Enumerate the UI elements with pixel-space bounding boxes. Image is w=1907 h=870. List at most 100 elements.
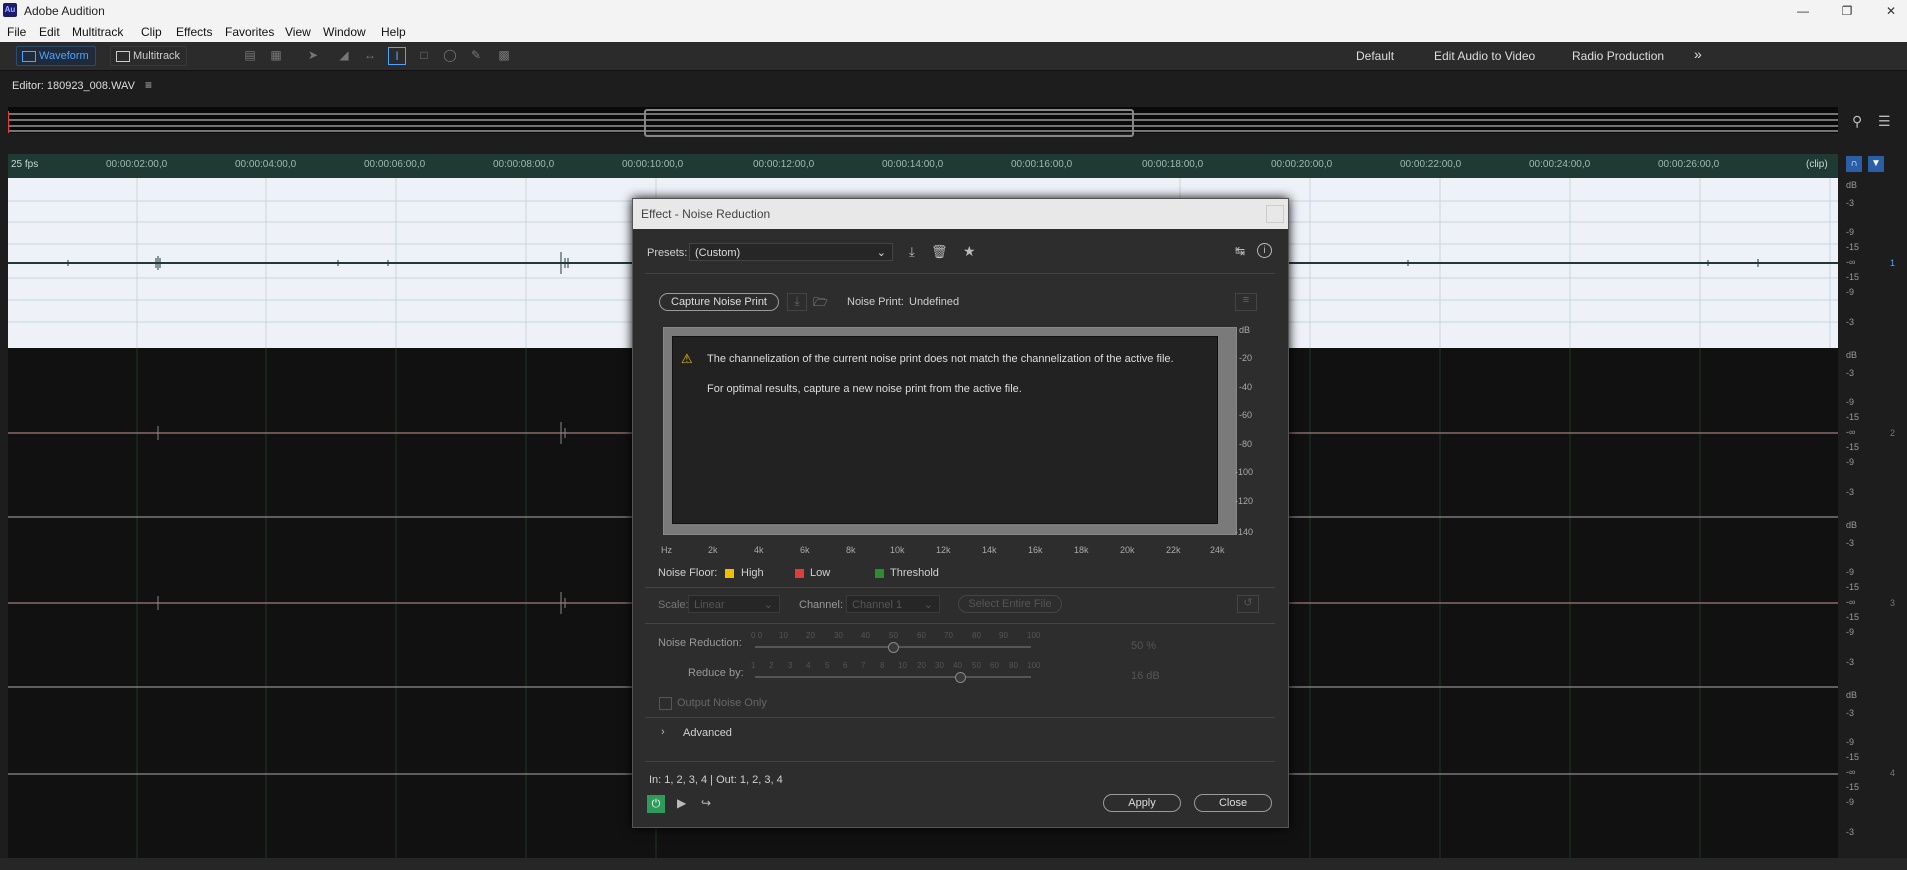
chevron-right-icon[interactable]: ›	[661, 726, 665, 738]
dialog-close-icon[interactable]	[1266, 205, 1284, 223]
db-label: dB	[1846, 520, 1858, 530]
close-button[interactable]: Close	[1194, 794, 1272, 812]
spectral-pitch-icon[interactable]: ▦	[268, 47, 284, 63]
apply-button[interactable]: Apply	[1103, 794, 1181, 812]
multitrack-label: Multitrack	[133, 50, 181, 62]
menu-multitrack[interactable]: Multitrack	[72, 25, 123, 39]
favorite-star-icon[interactable]: ★	[963, 243, 976, 260]
time-selection-tool-icon[interactable]: I	[388, 47, 406, 65]
minimize-icon[interactable]: —	[1788, 2, 1818, 20]
legend-swatch-low	[795, 569, 804, 578]
delete-preset-icon[interactable]: 🗑	[931, 244, 948, 260]
warning-advice: For optimal results, capture a new noise…	[707, 383, 1022, 395]
marker-icon[interactable]: ▼	[1868, 156, 1884, 172]
waveform-icon	[22, 51, 36, 62]
menu-edit[interactable]: Edit	[39, 25, 60, 39]
menu-window[interactable]: Window	[323, 25, 366, 39]
brush-tool-icon[interactable]: ✎	[468, 47, 484, 63]
workspace-radio-production[interactable]: Radio Production	[1572, 49, 1664, 63]
menu-clip[interactable]: Clip	[141, 25, 162, 39]
legend-low: Low	[810, 567, 831, 579]
editor-tab-label[interactable]: Editor: 180923_008.WAV	[12, 80, 135, 92]
menu-effects[interactable]: Effects	[176, 25, 212, 39]
overview-viewport-selection[interactable]	[644, 109, 1134, 137]
menu-view[interactable]: View	[285, 25, 311, 39]
reduce-by-slider-track[interactable]	[755, 676, 1031, 678]
capture-noise-print-button[interactable]: Capture Noise Print	[659, 293, 779, 311]
menu-help[interactable]: Help	[381, 25, 406, 39]
marquee-tool-icon[interactable]: □	[416, 47, 432, 63]
workspace-default[interactable]: Default	[1356, 49, 1394, 63]
open-folder-icon[interactable]: 🗁	[813, 293, 828, 314]
workspace-edit-audio-to-video[interactable]: Edit Audio to Video	[1434, 49, 1535, 63]
channel-number[interactable]: 1	[1890, 258, 1895, 268]
restore-icon[interactable]: ❐	[1832, 2, 1862, 20]
db-scale-channel-2: dB -3 -9 -15 -∞ -15 -9 -3	[1840, 350, 1876, 516]
noise-reduction-scale-tick: 70	[944, 631, 953, 640]
info-icon[interactable]: i	[1257, 243, 1272, 258]
noise-reduction-scale-tick: 30	[834, 631, 843, 640]
db-label: -15	[1846, 782, 1860, 792]
db-label: -9	[1846, 287, 1855, 297]
graph-hz-tick: Hz	[661, 545, 672, 555]
loop-icon[interactable]: ↪	[701, 796, 711, 810]
select-entire-file-button[interactable]: Select Entire File	[958, 595, 1062, 613]
multitrack-icon	[116, 51, 130, 62]
db-label: -∞	[1846, 597, 1856, 607]
power-toggle-icon[interactable]: ⏻	[647, 795, 665, 813]
db-scale-channel-1: dB -3 -9 -15 -∞ -15 -9 -3	[1840, 180, 1876, 346]
spectral-frequency-icon[interactable]: ▤	[242, 47, 258, 63]
reset-icon[interactable]: ↺	[1237, 595, 1259, 613]
zoom-icon[interactable]: ⚲	[1852, 113, 1862, 130]
noise-reduction-slider-knob[interactable]	[888, 642, 899, 653]
noise-graph[interactable]: ⚠ The channelization of the current nois…	[663, 327, 1237, 535]
slip-tool-icon[interactable]: ↔	[362, 47, 378, 63]
hamburger-menu-icon[interactable]: ≡	[145, 78, 152, 92]
presets-select[interactable]: (Custom) ⌄	[689, 243, 893, 261]
razor-tool-icon[interactable]: ◢	[336, 47, 352, 63]
channel-select[interactable]: Channel 1 ⌄	[846, 595, 940, 613]
save-preset-icon[interactable]: ⤓	[909, 244, 915, 260]
reduce-by-value[interactable]: 16 dB	[1131, 670, 1160, 682]
noise-reduction-scale-tick: 80	[972, 631, 981, 640]
graph-hz-tick: 24k	[1210, 545, 1225, 555]
timeline-ruler[interactable]: 25 fps 00:00:02:00,0 00:00:04:00,0 00:00…	[8, 154, 1838, 178]
scale-select[interactable]: Linear ⌄	[688, 595, 780, 613]
snap-icon[interactable]: ∩	[1846, 156, 1862, 172]
db-label: -∞	[1846, 257, 1856, 267]
reduce-by-slider-knob[interactable]	[955, 672, 966, 683]
channel-number[interactable]: 2	[1890, 428, 1895, 438]
move-tool-icon[interactable]: ➤	[305, 47, 321, 63]
channel-number[interactable]: 4	[1890, 768, 1895, 778]
multitrack-button[interactable]: Multitrack	[110, 46, 188, 66]
play-icon[interactable]: ▶	[677, 796, 686, 810]
list-icon[interactable]: ☰	[1878, 113, 1891, 130]
dialog-title-bar[interactable]: Effect - Noise Reduction	[633, 199, 1288, 229]
waveform-button[interactable]: Waveform	[16, 46, 96, 66]
advanced-section-toggle[interactable]: Advanced	[683, 727, 732, 739]
divider	[645, 587, 1275, 588]
timeline-tick: 00:00:24:00,0	[1529, 159, 1591, 170]
save-noise-print-icon[interactable]: ⤓	[787, 293, 807, 311]
noise-reduction-scale-tick: 10	[779, 631, 788, 640]
graph-menu-icon[interactable]: ≡	[1235, 293, 1257, 311]
spot-healing-icon[interactable]: ▩	[496, 47, 512, 63]
lasso-tool-icon[interactable]: ◯	[442, 47, 458, 63]
scale-value: Linear	[694, 599, 725, 611]
channel-map-icon[interactable]: ↹	[1235, 244, 1245, 258]
noise-print-label: Noise Print:	[847, 296, 904, 308]
menu-favorites[interactable]: Favorites	[225, 25, 274, 39]
more-workspaces-icon[interactable]: »	[1694, 46, 1702, 62]
output-noise-only-checkbox[interactable]	[659, 697, 672, 710]
menu-file[interactable]: File	[7, 25, 26, 39]
noise-reduction-value[interactable]: 50 %	[1131, 640, 1156, 652]
legend-threshold: Threshold	[890, 567, 939, 579]
horizontal-scrollbar[interactable]	[0, 858, 1907, 870]
close-window-icon[interactable]: ✕	[1876, 2, 1906, 20]
db-label: -9	[1846, 737, 1855, 747]
timeline-tick: 00:00:04:00,0	[235, 159, 297, 170]
noise-floor-label: Noise Floor:	[658, 567, 718, 579]
channel-number[interactable]: 3	[1890, 598, 1895, 608]
db-label: -15	[1846, 582, 1860, 592]
noise-reduction-scale-tick: 20	[806, 631, 815, 640]
